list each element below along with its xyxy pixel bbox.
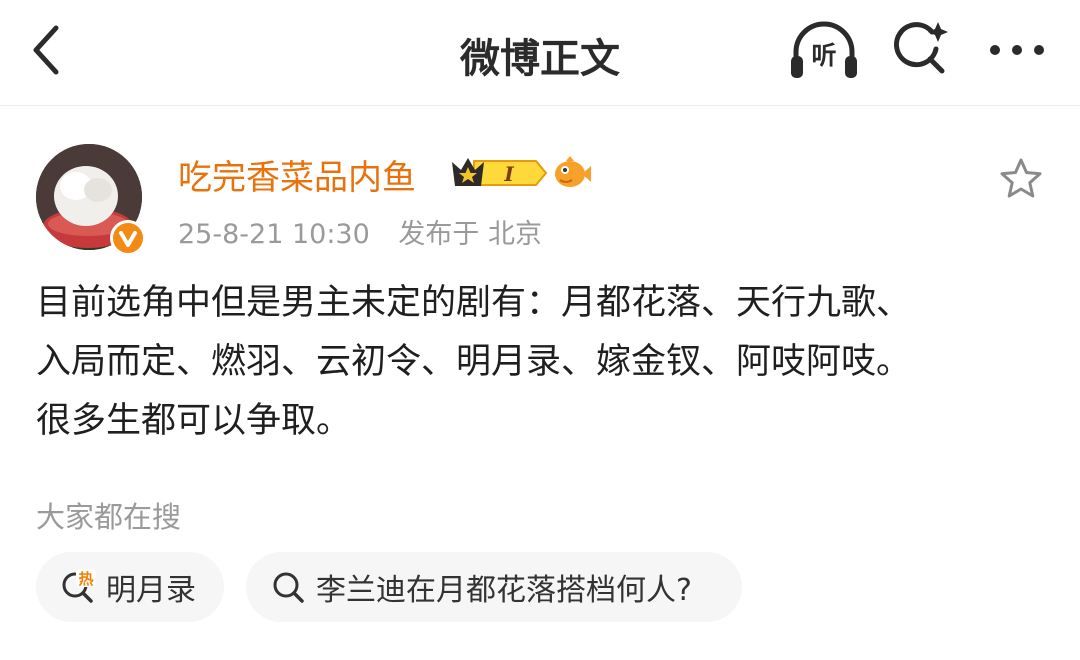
fish-icon [552,154,592,192]
more-dots-icon [990,45,1044,55]
search-chip-text: 明月录 [106,573,196,608]
more-button[interactable] [982,26,1052,74]
search-chip-hot[interactable]: 热 明月录 [36,552,224,622]
verified-v-icon [119,231,137,247]
post-meta: 25-8-21 10:30 发布于 北京 [178,212,542,251]
search-sparkle-icon [894,22,948,74]
top-bar: 微博正文 听 [0,0,1080,106]
star-icon [1000,158,1042,198]
search-chip-text: 李兰迪在月都花落搭档何人? [316,573,692,608]
listen-button[interactable]: 听 [786,16,862,82]
chevron-left-icon [33,25,59,75]
back-button[interactable] [24,22,72,78]
hot-search-icon: 热 [62,569,96,603]
search-chip[interactable]: 李兰迪在月都花落搭档何人? [246,552,742,622]
author-avatar[interactable] [36,144,146,256]
vip-badge[interactable]: I [448,152,550,194]
favorite-button[interactable] [998,156,1044,202]
verified-badge [110,220,146,256]
post-location: 发布于 北京 [398,219,542,250]
post-content: 目前选角中但是男主未定的剧有：月都花落、天行九歌、 入局而定、燃羽、云初令、明月… [36,283,912,441]
search-button[interactable] [888,16,952,80]
listen-label: 听 [811,41,837,70]
vip-level-text: I [503,162,514,186]
hot-label: 热 [78,570,93,588]
search-icon [273,572,304,603]
trending-search-label: 大家都在搜 [36,500,182,534]
post-time: 25-8-21 10:30 [178,219,370,250]
author-name[interactable]: 吃完香菜品内鱼 [178,150,416,199]
